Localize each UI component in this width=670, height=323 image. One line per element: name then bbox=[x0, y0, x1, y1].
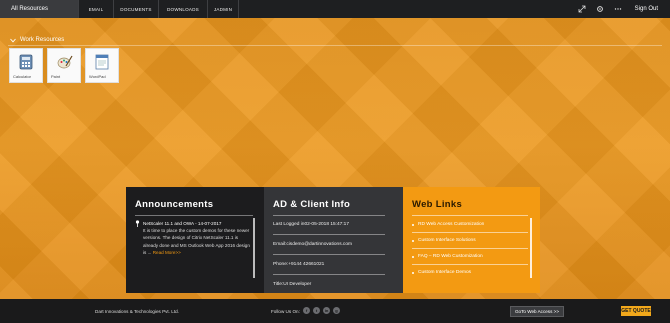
ad-info-list: Last Logged in02-05-2018 15:47:17 Email:… bbox=[273, 220, 385, 289]
all-resources-tab[interactable]: All Resources bbox=[0, 0, 78, 18]
nav-documents[interactable]: DOCUMENTS bbox=[113, 0, 158, 18]
web-links-title: Web Links bbox=[412, 199, 463, 210]
divider bbox=[412, 215, 528, 216]
ad-info-panel: AD & Client Info Last Logged in02-05-201… bbox=[264, 187, 403, 293]
top-tools: Sign Out bbox=[573, 0, 670, 18]
app-paint[interactable]: Paint bbox=[47, 48, 81, 83]
copyright: Dart Innovations & Technologies Pvt. Ltd… bbox=[95, 309, 179, 314]
top-nav: EMAIL DOCUMENTS DOWNLOADS JADMIN bbox=[78, 0, 239, 18]
top-bar: All Resources EMAIL DOCUMENTS DOWNLOADS … bbox=[0, 0, 670, 18]
announcements-title: Announcements bbox=[135, 199, 214, 210]
nav-email[interactable]: EMAIL bbox=[78, 0, 113, 18]
fullscreen-icon[interactable] bbox=[573, 0, 591, 18]
info-panels: Announcements NetScaler 11.1 and OWA - 1… bbox=[126, 187, 540, 293]
facebook-icon[interactable]: f bbox=[303, 307, 310, 314]
web-link-label: RD Web Access Customization bbox=[418, 222, 485, 227]
web-links-list: RD Web Access Customization Custom Inter… bbox=[412, 220, 528, 277]
social-links: f t in g bbox=[303, 307, 340, 314]
scrollbar[interactable] bbox=[530, 218, 532, 278]
divider bbox=[412, 232, 528, 233]
app-list: Calculator Paint WordPad bbox=[9, 48, 119, 83]
email-info: Email:cisdemo@dartinnovations.com bbox=[273, 242, 352, 247]
divider bbox=[8, 45, 662, 46]
phone-info: Phone:+9144 42661021 bbox=[273, 262, 325, 267]
announcement-item: NetScaler 11.1 and OWA - 14-07-2017 It i… bbox=[135, 220, 253, 256]
linkedin-icon[interactable]: in bbox=[323, 307, 330, 314]
work-resources-title: Work Resources bbox=[20, 37, 65, 43]
paint-icon bbox=[57, 55, 73, 69]
app-label: WordPad bbox=[89, 74, 106, 79]
nav-jadmin[interactable]: JADMIN bbox=[207, 0, 239, 18]
web-link-label: Custom Interface Demos bbox=[418, 270, 472, 275]
announcement-heading: NetScaler 11.1 and OWA - 14-07-2017 bbox=[143, 221, 222, 226]
web-links-panel: Web Links RD Web Access Customization Cu… bbox=[403, 187, 540, 293]
divider bbox=[273, 234, 385, 235]
nav-downloads[interactable]: DOWNLOADS bbox=[158, 0, 207, 18]
bullet-icon bbox=[412, 239, 414, 242]
wordpad-icon bbox=[95, 54, 109, 70]
divider bbox=[273, 254, 385, 255]
bullet-icon bbox=[412, 271, 414, 274]
ad-info-title: AD & Client Info bbox=[273, 199, 351, 210]
follow-label: Follow Us On: bbox=[271, 309, 300, 314]
last-logged: Last Logged in02-05-2018 15:47:17 bbox=[273, 222, 350, 227]
footer: Dart Innovations & Technologies Pvt. Ltd… bbox=[0, 299, 670, 323]
web-link[interactable]: RD Web Access Customization bbox=[412, 220, 528, 229]
calculator-icon bbox=[19, 54, 33, 70]
scrollbar[interactable] bbox=[253, 218, 255, 278]
goto-web-access-button[interactable]: GoTo Web Access >> bbox=[510, 306, 564, 317]
work-resources-header[interactable]: Work Resources bbox=[10, 37, 64, 43]
app-wordpad[interactable]: WordPad bbox=[85, 48, 119, 83]
web-link[interactable]: FAQ – RD Web Customization bbox=[412, 252, 528, 261]
pin-icon bbox=[135, 220, 140, 227]
divider bbox=[412, 264, 528, 265]
bullet-icon bbox=[412, 223, 414, 226]
web-link-label: FAQ – RD Web Customization bbox=[418, 254, 483, 259]
sign-out-link[interactable]: Sign Out bbox=[627, 6, 670, 12]
divider bbox=[135, 215, 253, 216]
web-link[interactable]: Custom Interface Demos bbox=[412, 268, 528, 277]
get-quote-button[interactable]: GET QUOTE bbox=[621, 306, 651, 316]
divider bbox=[273, 215, 385, 216]
app-label: Paint bbox=[51, 74, 61, 79]
twitter-icon[interactable]: t bbox=[313, 307, 320, 314]
app-label: Calculator bbox=[13, 74, 32, 79]
web-link[interactable]: Custom Interface Solutions bbox=[412, 236, 528, 245]
divider bbox=[273, 274, 385, 275]
title-info: Title:UI Developer bbox=[273, 282, 312, 287]
chevron-down-icon bbox=[10, 38, 16, 42]
more-icon[interactable] bbox=[609, 0, 627, 18]
app-calculator[interactable]: Calculator bbox=[9, 48, 43, 83]
announcements-panel: Announcements NetScaler 11.1 and OWA - 1… bbox=[126, 187, 264, 293]
divider bbox=[412, 248, 528, 249]
read-more-link[interactable]: Read More>> bbox=[153, 250, 181, 255]
gear-icon[interactable] bbox=[591, 0, 609, 18]
bullet-icon bbox=[412, 255, 414, 258]
web-link-label: Custom Interface Solutions bbox=[418, 238, 476, 243]
google-icon[interactable]: g bbox=[333, 307, 340, 314]
